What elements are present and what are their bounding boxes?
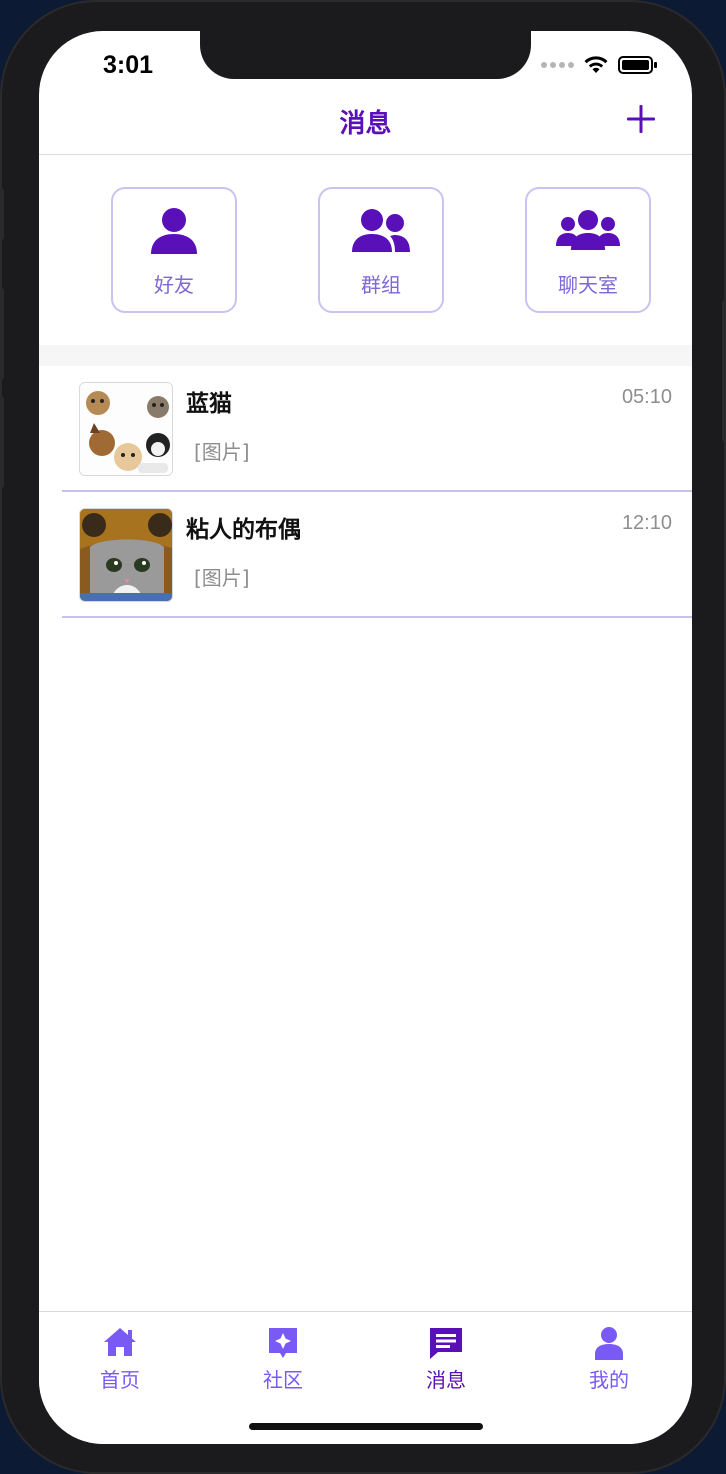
conversation-name: 粘人的布偶 (186, 517, 301, 543)
nav-bar: 消息 (39, 91, 692, 155)
conversation-preview: [图片] (194, 566, 250, 590)
dogs-cats-avatar (79, 382, 173, 476)
battery-icon (618, 56, 657, 74)
friends-entry[interactable]: 好友 (111, 187, 237, 313)
tab-community-label: 社区 (263, 1368, 303, 1392)
community-icon (269, 1328, 297, 1358)
tab-home-label: 首页 (100, 1368, 140, 1392)
users-icon (352, 209, 410, 252)
user-icon (151, 208, 197, 254)
conversation-item[interactable]: 粘人的布偶 12:10 [图片] (62, 492, 692, 618)
tab-profile-label: 我的 (589, 1368, 629, 1392)
volume-up-button (0, 288, 4, 380)
app-screen: 3:01 消息 好友 群组 聊天室 蓝猫 05:10 [图片] 粘人的布偶 12… (39, 31, 692, 1444)
kitten-hat-avatar (79, 508, 173, 602)
conversation-time: 05:10 (621, 386, 672, 408)
tab-messages[interactable]: 消息 (396, 1326, 496, 1393)
mute-switch (0, 188, 4, 240)
status-time: 3:01 (103, 51, 154, 79)
wifi-icon (584, 56, 608, 73)
section-divider (39, 345, 692, 366)
notch (200, 31, 531, 79)
volume-down-button (0, 396, 4, 488)
quick-entries: 好友 群组 聊天室 (39, 156, 692, 344)
conversation-preview: [图片] (194, 440, 250, 464)
conversation-name: 蓝猫 (186, 391, 232, 417)
user-group-icon (556, 210, 620, 250)
tab-community[interactable]: 社区 (233, 1326, 333, 1393)
tab-messages-label: 消息 (426, 1368, 466, 1392)
status-indicators (541, 55, 658, 75)
signal-icon (541, 62, 574, 68)
home-indicator[interactable] (249, 1423, 483, 1430)
conversation-item[interactable]: 蓝猫 05:10 [图片] (62, 366, 692, 492)
groups-entry[interactable]: 群组 (318, 187, 444, 313)
profile-icon (595, 1327, 623, 1360)
conversation-time: 12:10 (621, 512, 672, 534)
chatroom-entry[interactable]: 聊天室 (525, 187, 651, 313)
phone-frame: 3:01 消息 好友 群组 聊天室 蓝猫 05:10 [图片] 粘人的布偶 12… (0, 0, 726, 1474)
friends-label: 好友 (154, 273, 194, 297)
tab-profile[interactable]: 我的 (559, 1326, 659, 1393)
groups-label: 群组 (361, 273, 401, 297)
page-title: 消息 (339, 109, 392, 139)
chatroom-label: 聊天室 (558, 273, 618, 297)
add-button[interactable] (625, 103, 657, 135)
message-icon (430, 1328, 462, 1359)
tab-home[interactable]: 首页 (70, 1326, 170, 1393)
plus-icon (627, 105, 655, 133)
power-button (722, 300, 726, 442)
home-icon (104, 1328, 136, 1356)
